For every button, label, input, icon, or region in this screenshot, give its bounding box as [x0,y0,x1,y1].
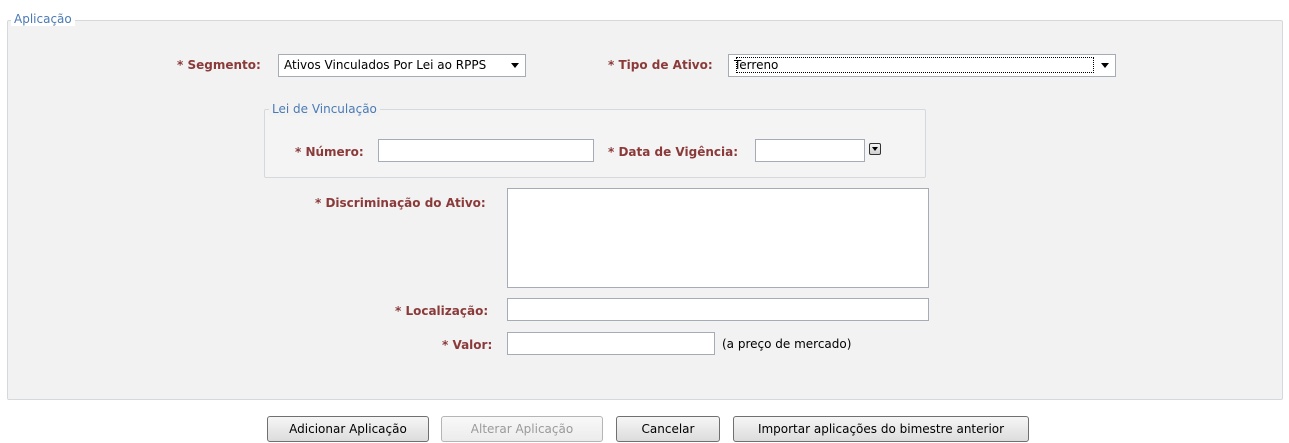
localizacao-input[interactable] [507,298,929,321]
add-aplicacao-button[interactable]: Adicionar Aplicação [267,416,429,442]
alter-aplicacao-button[interactable]: Alterar Aplicação [441,416,603,442]
discriminacao-label: * Discriminação do Ativo: [315,196,486,210]
valor-input[interactable] [507,332,715,355]
valor-label: * Valor: [442,338,493,352]
valor-hint: (a preço de mercado) [722,337,852,351]
chevron-down-icon [1101,63,1109,68]
data-vigencia-label: * Data de Vigência: [608,145,739,159]
lei-vinculacao-legend: Lei de Vinculação [269,102,380,116]
localizacao-label: * Localização: [395,304,489,318]
aplicacao-legend: Aplicação [11,12,75,26]
tipo-ativo-selected-value: Terreno [734,55,1096,75]
discriminacao-textarea[interactable] [507,188,929,288]
segmento-label: * Segmento: [177,58,261,72]
segmento-select[interactable]: Ativos Vinculados Por Lei ao RPPS [278,54,526,77]
tipo-ativo-label: * Tipo de Ativo: [608,58,713,72]
import-aplicacoes-button[interactable]: Importar aplicações do bimestre anterior [733,416,1029,442]
chevron-down-icon [511,63,519,68]
tipo-ativo-select[interactable]: Terreno [728,54,1116,77]
cancel-button[interactable]: Cancelar [616,416,720,442]
numero-input[interactable] [378,139,594,162]
segmento-selected-value: Ativos Vinculados Por Lei ao RPPS [284,58,487,72]
calendar-dropdown-icon[interactable] [869,143,881,155]
numero-label: * Número: [295,145,364,159]
data-vigencia-input[interactable] [755,139,865,162]
